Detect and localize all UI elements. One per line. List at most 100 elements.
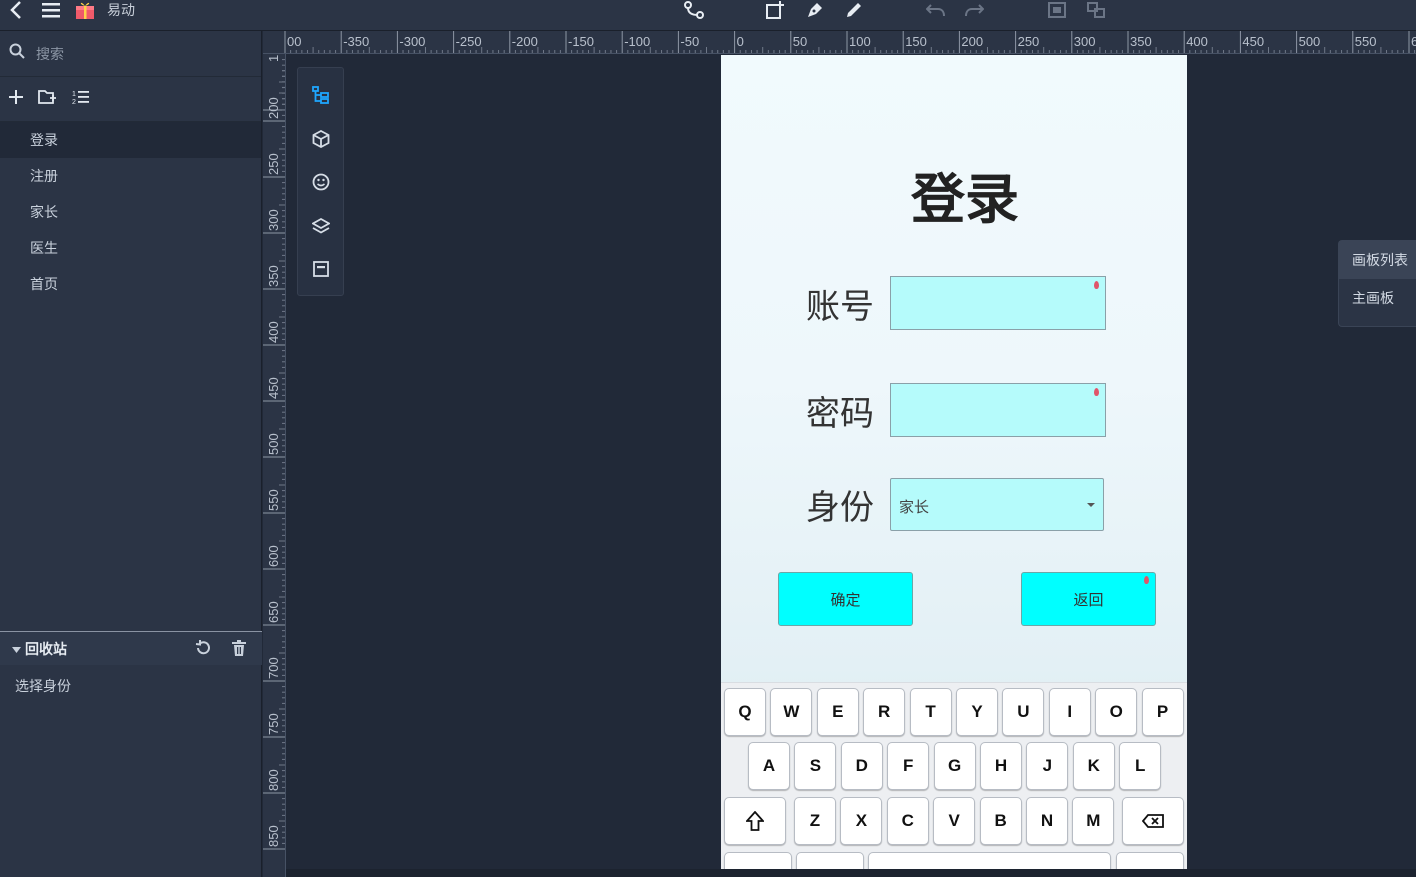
add-folder-icon[interactable] [38,89,58,110]
main-artboard-item[interactable]: 主画板 [1339,279,1416,317]
ruler-y-label: 800 [266,769,281,791]
ruler-y-label: 850 [266,825,281,847]
shift-key[interactable] [724,797,786,845]
layers-icon[interactable] [310,215,332,237]
ruler-x-label: -200 [512,34,538,49]
ungroup-icon[interactable] [1085,0,1107,20]
emoji-key[interactable] [796,852,864,870]
account-input[interactable] [890,276,1106,330]
back-button[interactable]: 返回 [1021,572,1156,626]
virtual-keyboard: QWERTYUIOP ASDFGHJKL ZXCVBNM [721,682,1187,870]
ruler-x-label: 450 [1242,34,1264,49]
key-y[interactable]: Y [956,688,998,736]
ruler-x-label: 400 [1186,34,1208,49]
login-title: 登录 [911,168,1019,231]
password-input[interactable] [890,383,1106,437]
ruler-x-label: 60 [1411,34,1416,49]
top-toolbar: 易动 [0,0,1416,31]
undo-icon[interactable] [925,0,947,20]
key-r[interactable]: R [863,688,906,736]
key-z[interactable]: Z [794,797,836,845]
ruler-y-label: 300 [266,209,281,231]
group-icon[interactable] [1046,0,1068,20]
key-x[interactable]: X [840,797,883,845]
ruler-x-label: 300 [1074,34,1096,49]
ruler-y-label: 750 [266,713,281,735]
account-label: 账号 [806,287,874,327]
add-page-icon[interactable] [765,0,787,20]
horizontal-scrollbar[interactable] [286,869,1416,877]
svg-text:2: 2 [72,99,76,105]
page-item-home[interactable]: 首页 [0,266,261,302]
password-label: 密码 [806,394,874,434]
key-d[interactable]: D [840,742,883,790]
key-w[interactable]: W [770,688,813,736]
add-page-icon[interactable] [8,89,24,110]
key-s[interactable]: S [794,742,837,790]
smiley-icon[interactable] [310,171,332,193]
page-item-doctor[interactable]: 医生 [0,230,261,266]
svg-text:1: 1 [72,91,76,98]
sort-list-icon[interactable]: 12 [72,89,90,110]
key-k[interactable]: K [1072,742,1115,790]
page-item-register[interactable]: 注册 [0,158,261,194]
back-button-label: 返回 [1073,591,1104,609]
key-e[interactable]: E [816,688,859,736]
ruler-x-label: 550 [1355,34,1377,49]
key-g[interactable]: G [933,742,976,790]
ruler-x-label: 0 [737,34,744,49]
key-h[interactable]: H [980,742,1022,790]
key-v[interactable]: V [933,797,976,845]
page-list: 登录 注册 家长 医生 首页 [0,122,261,302]
key-f[interactable]: F [887,742,930,790]
key-l[interactable]: L [1119,742,1162,790]
pencil-icon[interactable] [843,0,865,20]
key-i[interactable]: I [1048,688,1091,736]
page-item-parent[interactable]: 家长 [0,194,261,230]
recycle-bin-header[interactable]: 回收站 [0,631,262,665]
numbers-key[interactable] [724,852,792,870]
outline-tree-icon[interactable] [310,84,332,106]
ruler-x-label: -50 [680,34,699,49]
key-q[interactable]: Q [724,688,766,736]
trash-icon[interactable] [231,640,247,661]
restore-icon[interactable] [195,640,211,661]
key-a[interactable]: A [748,742,790,790]
key-n[interactable]: N [1026,797,1068,845]
menu-icon[interactable] [41,0,61,20]
recycle-item[interactable]: 选择身份 [15,676,71,696]
recycle-bin-title: 回收站 [25,640,67,657]
component-box-icon[interactable] [310,128,332,150]
key-m[interactable]: M [1072,797,1115,845]
backspace-key[interactable] [1122,797,1184,845]
phone-canvas: 登录 账号 密码 身份 家长 确定 返回 QWERTYUIOP ASDFGHJKL… [721,55,1187,870]
search-input[interactable] [36,45,236,62]
return-key[interactable] [1116,852,1184,870]
ruler-x-label: 100 [849,34,871,49]
marker-pin-icon [1144,576,1149,584]
gift-icon [74,0,96,20]
redo-icon[interactable] [963,0,985,20]
link-icon[interactable] [683,0,705,20]
key-j[interactable]: J [1026,742,1069,790]
artboard-panel: 画板列表 主画板 [1338,240,1416,327]
panel-icon[interactable] [310,258,332,280]
chevron-down-icon[interactable] [12,640,21,658]
marker-pin-icon [1094,281,1099,289]
page-item-login[interactable]: 登录 [0,122,261,158]
pen-tool-icon[interactable] [804,0,826,20]
key-t[interactable]: T [909,688,952,736]
artboard-list-tab[interactable]: 画板列表 [1339,241,1416,279]
key-c[interactable]: C [886,797,929,845]
ruler-x-label: -250 [456,34,482,49]
identity-select[interactable]: 家长 [890,478,1104,531]
space-key[interactable] [868,852,1111,870]
ruler-x-label: -100 [624,34,650,49]
back-icon[interactable] [8,0,24,20]
key-b[interactable]: B [979,797,1022,845]
ruler-vertical: 1 200 250 300 350 400 450 500 550 600 650 700 750 800… [263,54,286,877]
key-u[interactable]: U [1002,688,1045,736]
key-p[interactable]: P [1141,688,1184,736]
key-o[interactable]: O [1095,688,1138,736]
confirm-button[interactable]: 确定 [778,572,913,626]
